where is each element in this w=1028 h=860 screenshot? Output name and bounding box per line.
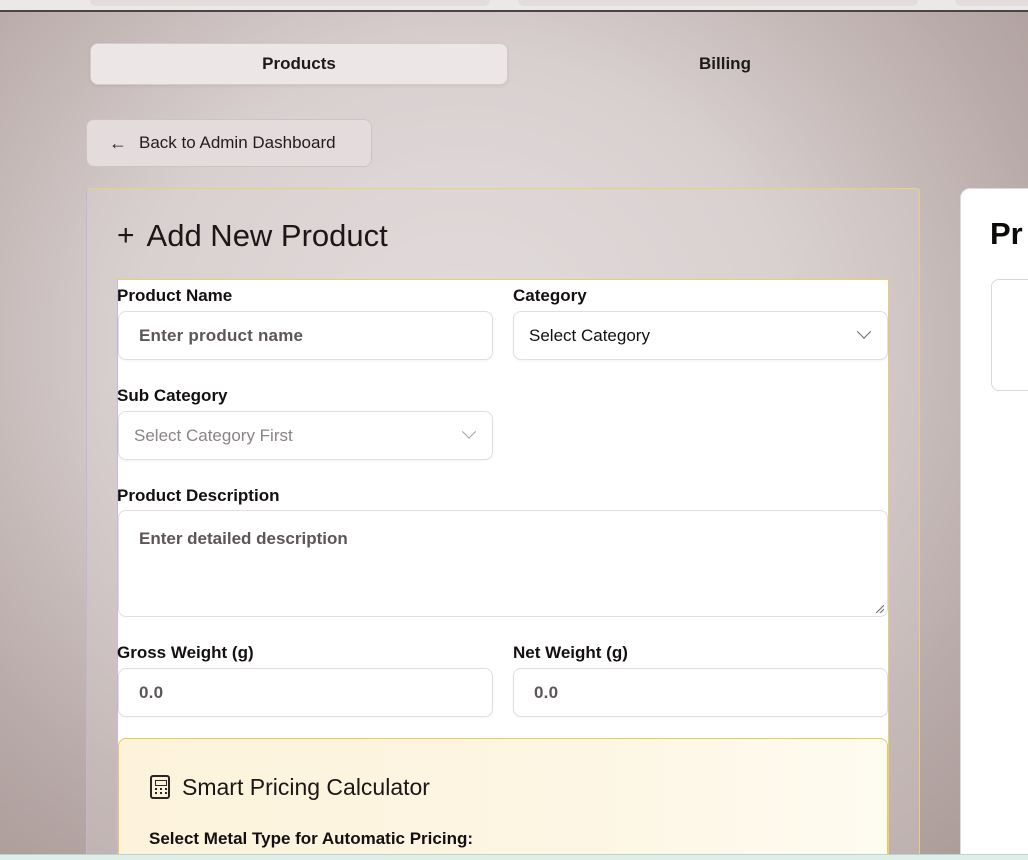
chevron-down-icon [856,324,872,339]
top-chip [955,0,1028,6]
chevron-down-icon [461,424,477,439]
description-label: Product Description [117,486,280,505]
gross-weight-placeholder: 0.0 [139,682,164,702]
description-placeholder: Enter detailed description [139,529,348,548]
net-weight-label: Net Weight (g) [513,643,628,662]
description-textarea[interactable]: Enter detailed description [118,510,888,617]
sub-category-label: Sub Category [117,386,228,405]
gross-weight-input[interactable]: 0.0 [118,668,493,717]
product-list-box [991,279,1028,391]
category-selected-value: Select Category [529,325,650,345]
browser-top-strip [0,0,1028,12]
resize-handle-icon[interactable] [876,605,884,613]
sub-category-selected-value: Select Category First [134,425,293,445]
plus-icon: + [117,219,135,252]
back-to-dashboard-button[interactable]: ← Back to Admin Dashboard [86,119,372,167]
top-chip [518,0,918,6]
tab-products[interactable]: Products [90,43,508,85]
arrow-left-icon: ← [109,133,127,153]
calculator-title-text: Smart Pricing Calculator [182,773,430,800]
calculator-icon [150,775,170,799]
product-list-title: Pr [990,216,1023,251]
back-button-label: Back to Admin Dashboard [139,133,336,152]
product-name-label: Product Name [117,286,233,305]
category-select[interactable]: Select Category [513,311,888,360]
card-title: + Add New Product [117,216,388,256]
top-chip [90,0,490,6]
tab-billing[interactable]: Billing [516,43,934,85]
sub-category-select[interactable]: Select Category First [118,411,493,460]
tab-bar: Products Billing [90,43,938,85]
category-label: Category [513,286,587,305]
bottom-strip [0,854,1028,860]
card-title-text: Add New Product [146,218,388,253]
metal-type-label: Select Metal Type for Automatic Pricing: [149,829,474,848]
product-name-placeholder: Enter product name [139,325,304,345]
calculator-title: Smart Pricing Calculator [150,772,430,802]
gross-weight-label: Gross Weight (g) [117,643,254,662]
product-name-input[interactable]: Enter product name [118,311,493,360]
net-weight-input[interactable]: 0.0 [513,668,888,717]
net-weight-placeholder: 0.0 [534,682,559,702]
